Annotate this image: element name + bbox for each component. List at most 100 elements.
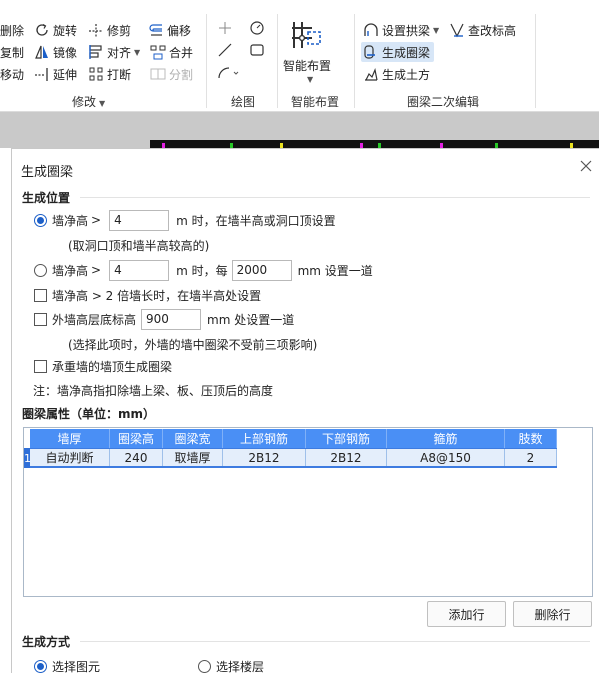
opt4-prefix: 外墙高层底标高 — [52, 312, 137, 327]
opt2-gt: > — [91, 263, 102, 277]
drawing-canvas[interactable] — [0, 112, 599, 151]
generate-earthwork-button[interactable]: 生成土方 — [363, 64, 430, 84]
opt2-interval-input[interactable]: 2000 — [231, 259, 292, 281]
move-button[interactable]: 移动 — [0, 64, 24, 84]
rotate-label: 旋转 — [53, 23, 78, 38]
opt2-height-input[interactable]: 4 — [109, 259, 170, 281]
mirror-button[interactable]: 镜像 — [34, 42, 77, 62]
modify-group-label[interactable]: 修改 ▼ — [72, 93, 105, 110]
merge-label: 合并 — [169, 45, 194, 60]
generate-ringbeam-button[interactable]: 生成圈梁 — [361, 42, 435, 62]
ringbeam-icon — [363, 44, 379, 60]
offset-label: 偏移 — [167, 23, 192, 38]
select-elements-label: 选择图元 — [52, 659, 101, 674]
checkbox-exterior-wall[interactable] — [34, 312, 47, 326]
break-label: 打断 — [107, 67, 132, 82]
column-header[interactable]: 圈梁宽 — [163, 429, 223, 448]
opt4-note: (选择此项时，外墙的墙中圈梁不受前三项影响) — [68, 338, 318, 352]
generate-earthwork-label: 生成土方 — [382, 67, 431, 82]
mirror-label: 镜像 — [53, 45, 78, 60]
opt4-elevation-input[interactable]: 900 — [141, 308, 202, 330]
radio-wall-height-half[interactable] — [34, 213, 47, 227]
arc-icon[interactable] — [217, 64, 241, 83]
delete-row-button[interactable]: 删除行 — [513, 601, 592, 627]
trim-icon — [88, 22, 104, 38]
rectangle-icon[interactable] — [249, 42, 265, 61]
table-cell[interactable]: 240 — [110, 449, 163, 466]
option-select-elements: 选择图元 — [34, 655, 100, 677]
smart-layout-icon[interactable] — [290, 18, 322, 55]
chevron-down-icon: ▼ — [433, 25, 440, 35]
radio-select-elements[interactable] — [34, 659, 47, 673]
section-divider — [80, 197, 590, 198]
properties-section-title: 圈梁属性（单位：mm） — [22, 407, 156, 421]
generate-ringbeam-dialog: 生成圈梁 生成位置 墙净高 > 4 m 时，在墙半高或洞口顶设置 (取洞口顶和墙… — [11, 148, 599, 674]
opt2-mid: m 时，每 — [176, 263, 228, 278]
delete-button[interactable]: 删除 — [0, 20, 24, 40]
rotate-button[interactable]: 旋转 — [34, 20, 77, 40]
table-cell[interactable]: 2 — [505, 449, 557, 466]
split-icon — [150, 66, 166, 82]
select-floors-label: 选择楼层 — [216, 659, 265, 674]
section-divider — [80, 641, 590, 642]
checkbox-bearing-wall-top[interactable] — [34, 359, 47, 373]
align-label: 对齐 — [107, 45, 132, 60]
dialog-title: 生成圈梁 — [21, 165, 74, 180]
option-select-floors: 选择楼层 — [198, 655, 264, 677]
smart-layout-button[interactable]: 智能布置 — [283, 55, 331, 75]
option-bearing-wall-top: 承重墙的墙顶生成圈梁 — [34, 355, 172, 377]
split-button[interactable]: 分割 — [150, 64, 193, 84]
trim-label: 修剪 — [107, 23, 132, 38]
radio-select-floors[interactable] — [198, 659, 211, 673]
break-icon — [88, 66, 104, 82]
ringbeam-edit-group-label: 圈梁二次编辑 — [407, 95, 480, 109]
close-icon[interactable] — [577, 157, 595, 175]
set-arch-beam-label: 设置拱梁 — [382, 23, 431, 38]
generate-ringbeam-label: 生成圈梁 — [382, 45, 431, 60]
arch-beam-icon — [363, 22, 379, 38]
table-cell[interactable]: A8@150 — [387, 449, 505, 466]
table-cell[interactable]: 取墙厚 — [163, 449, 223, 466]
break-button[interactable]: 打断 — [88, 64, 131, 84]
check-elevation-button[interactable]: 查改标高 — [449, 20, 516, 40]
ringbeam-properties-table: 墙厚 圈梁高 圈梁宽 上部钢筋 下部钢筋 箍筋 肢数 1 自动判断 240 取墙… — [23, 427, 593, 597]
option-wall-height-interval: 墙净高 > 4 m 时，每 2000 mm 设置一道 — [34, 259, 373, 281]
circle-icon[interactable] — [249, 20, 265, 39]
opt3-label: 墙净高 > 2 倍墙长时，在墙半高处设置 — [52, 288, 262, 303]
column-header[interactable]: 肢数 — [505, 429, 557, 448]
table-row[interactable]: 自动判断 240 取墙厚 2B12 2B12 A8@150 2 — [30, 448, 557, 468]
split-label: 分割 — [169, 67, 194, 82]
set-arch-beam-button[interactable]: 设置拱梁 ▼ — [363, 20, 439, 40]
modify-group: 删除 旋转 修剪 偏移 复制 镜像 对齐 ▼ 合并 移动 延伸 打断 分割 修改… — [0, 0, 206, 111]
radio-wall-height-interval[interactable] — [34, 263, 47, 277]
align-button[interactable]: 对齐 ▼ — [88, 42, 140, 62]
checkbox-double-wall-length[interactable] — [34, 288, 47, 302]
extend-icon — [34, 66, 50, 82]
table-cell[interactable]: 自动判断 — [30, 449, 110, 466]
opt1-height-input[interactable]: 4 — [109, 209, 170, 231]
column-header[interactable]: 墙厚 — [30, 429, 110, 448]
point-icon[interactable] — [217, 20, 233, 39]
elevation-icon — [449, 22, 465, 38]
column-header[interactable]: 箍筋 — [387, 429, 505, 448]
extend-button[interactable]: 延伸 — [34, 64, 77, 84]
method-section-title: 生成方式 — [22, 635, 71, 649]
earthwork-icon — [363, 66, 379, 82]
wall-height-note: 注：墙净高指扣除墙上梁、板、压顶后的高度 — [33, 384, 274, 398]
chevron-down-icon: ▼ — [134, 47, 141, 57]
trim-button[interactable]: 修剪 — [88, 20, 131, 40]
table-cell[interactable]: 2B12 — [223, 449, 306, 466]
opt2-prefix: 墙净高 — [52, 263, 89, 278]
column-header[interactable]: 下部钢筋 — [306, 429, 387, 448]
add-row-button[interactable]: 添加行 — [427, 601, 506, 627]
opt5-label: 承重墙的墙顶生成圈梁 — [52, 359, 173, 374]
column-header[interactable]: 上部钢筋 — [223, 429, 306, 448]
opt1-prefix: 墙净高 — [52, 213, 89, 228]
copy-button[interactable]: 复制 — [0, 42, 24, 62]
line-icon[interactable] — [217, 42, 233, 61]
merge-button[interactable]: 合并 — [150, 42, 193, 62]
column-header[interactable]: 圈梁高 — [110, 429, 163, 448]
offset-button[interactable]: 偏移 — [148, 20, 191, 40]
table-cell[interactable]: 2B12 — [306, 449, 387, 466]
opt1-note: (取洞口顶和墙半高较高的) — [68, 239, 210, 253]
